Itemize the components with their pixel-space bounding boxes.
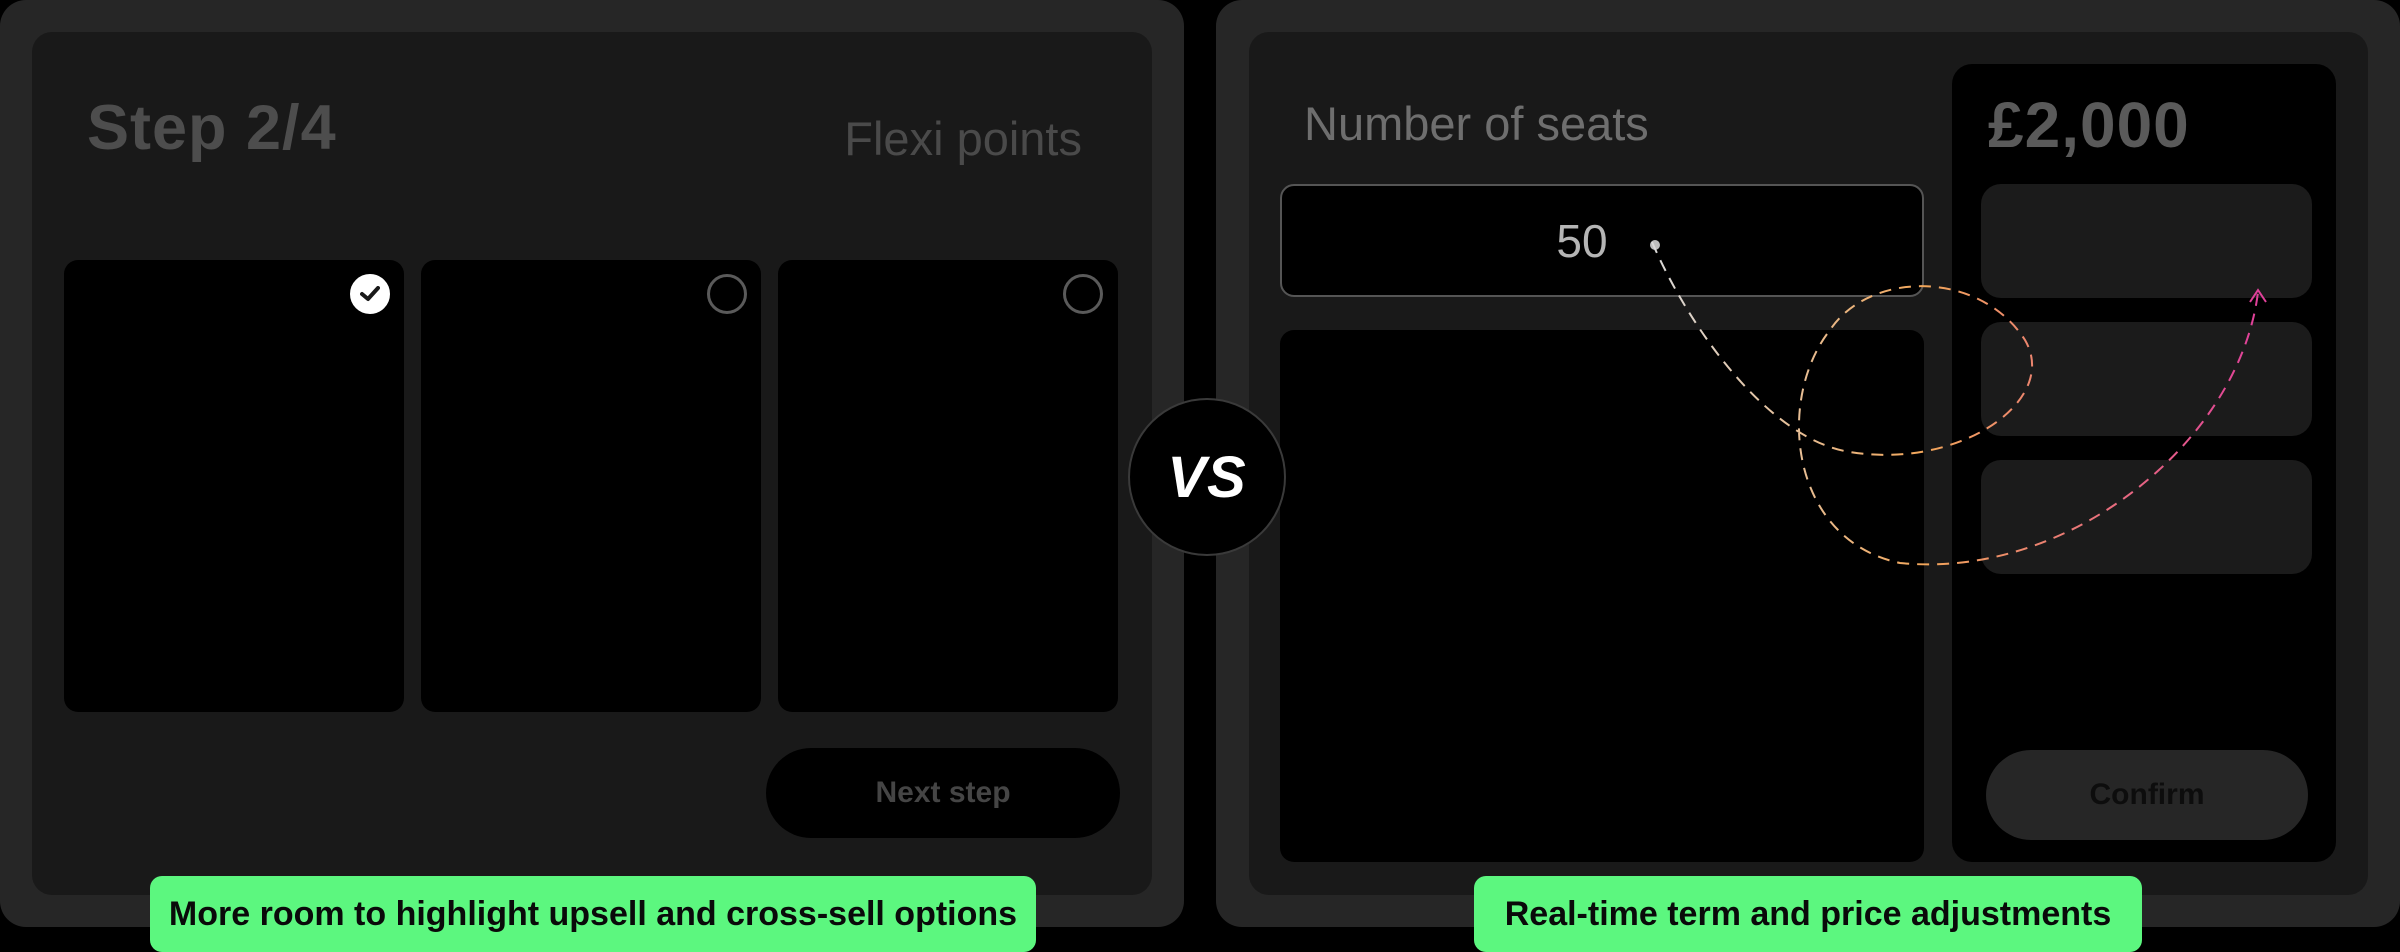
seats-value: 50 <box>1556 214 1608 267</box>
checkmark-icon <box>360 286 380 301</box>
option-card-1[interactable] <box>64 260 404 712</box>
category-label: Flexi points <box>844 112 1082 165</box>
summary-option-1[interactable] <box>1981 184 2312 298</box>
radio-selected-icon[interactable] <box>350 274 390 314</box>
summary-option-3[interactable] <box>1981 460 2312 574</box>
radio-unselected-icon[interactable] <box>1063 274 1103 314</box>
vs-badge: VS <box>1128 398 1286 556</box>
seats-label: Number of seats <box>1304 97 1649 150</box>
price-total: £2,000 <box>1988 89 2190 161</box>
radio-unselected-icon[interactable] <box>707 274 747 314</box>
option-card-3[interactable] <box>778 260 1118 712</box>
next-step-button[interactable]: Next step <box>766 748 1120 838</box>
confirm-button[interactable]: Confirm <box>1986 750 2308 840</box>
cursor-dot-icon <box>1650 240 1660 250</box>
right-caption: Real-time term and price adjustments <box>1474 876 2142 952</box>
seats-input[interactable]: 50 <box>1280 184 1924 297</box>
main-content-area <box>1280 330 1924 862</box>
summary-option-2[interactable] <box>1981 322 2312 436</box>
step-title: Step 2/4 <box>87 93 337 163</box>
left-caption: More room to highlight upsell and cross-… <box>150 876 1036 952</box>
option-card-2[interactable] <box>421 260 761 712</box>
